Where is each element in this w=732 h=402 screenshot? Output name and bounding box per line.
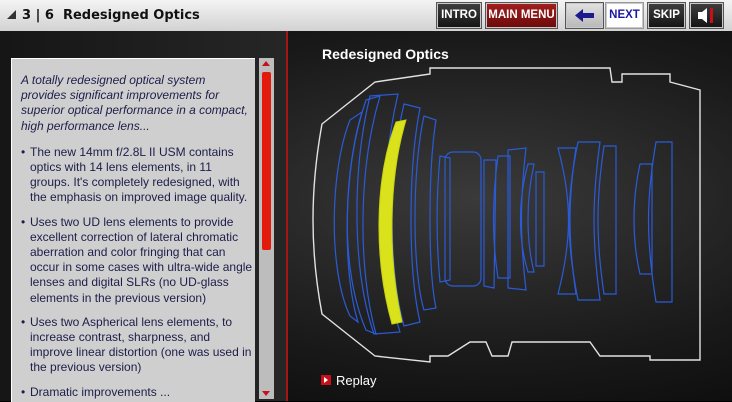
skip-button[interactable]: SKIP — [647, 2, 686, 29]
intro-paragraph: A totally redesigned optical system prov… — [21, 73, 248, 133]
slide-title: Redesigned Optics — [62, 8, 200, 23]
bullet-list: The new 14mm f/2.8L II USM contains opti… — [21, 145, 253, 400]
text-panel: A totally redesigned optical system prov… — [11, 58, 255, 402]
top-bar: 3 | 6 Redesigned Optics INTRO MAIN MENU … — [0, 0, 732, 32]
sound-button[interactable] — [689, 2, 724, 29]
scrollbar[interactable] — [259, 58, 274, 399]
replay-label: Replay — [336, 373, 377, 388]
scroll-down-icon[interactable] — [262, 391, 270, 396]
speaker-muted-icon — [698, 8, 713, 23]
bullet-item: Uses two UD lens elements to provide exc… — [21, 215, 253, 306]
next-button[interactable]: NEXT — [605, 2, 644, 29]
bullet-item: Dramatic improvements ... — [21, 385, 253, 400]
bullet-item: Uses two Aspherical lens elements, to in… — [21, 315, 253, 376]
lens-barrel-outline — [312, 67, 701, 363]
back-arrow-icon — [575, 9, 594, 22]
bullet-item: The new 14mm f/2.8L II USM contains opti… — [21, 145, 253, 206]
intro-button[interactable]: INTRO — [436, 2, 482, 29]
scroll-thumb[interactable] — [262, 72, 271, 250]
lens-diagram — [312, 67, 701, 363]
slide-heading: 3 | 6 Redesigned Optics — [22, 8, 200, 23]
back-button[interactable] — [565, 2, 604, 29]
slide-counter: 3 | 6 — [22, 8, 54, 23]
text-content: A totally redesigned optical system prov… — [21, 73, 253, 402]
corner-triangle-icon — [7, 10, 16, 19]
pane-divider — [286, 31, 288, 401]
main-menu-button[interactable]: MAIN MENU — [485, 2, 558, 29]
scroll-up-icon[interactable] — [262, 61, 270, 66]
play-icon — [321, 375, 331, 385]
